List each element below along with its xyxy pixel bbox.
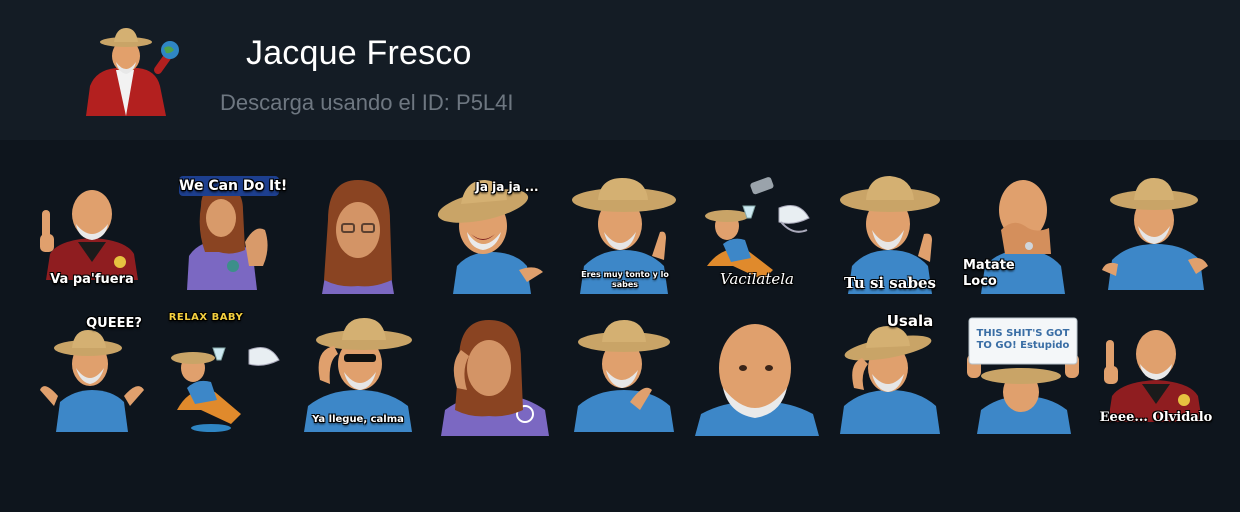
sticker-queee[interactable]: QUEEE? bbox=[28, 310, 156, 438]
sticker-relax-baby[interactable]: RELAX BABY bbox=[161, 310, 289, 438]
sticker-caption: Matate Loco bbox=[963, 258, 1015, 289]
sticker-got-to-go-sign[interactable]: THIS SHIT'S GOT TO GO! Estupido bbox=[959, 310, 1087, 438]
sticker-caption: Va pa'fuera bbox=[50, 272, 134, 287]
sticker-vacilatela[interactable]: Vacilatela bbox=[693, 170, 821, 298]
sticker-eeee-olvidalo[interactable]: Eeee... Olvidalo bbox=[1092, 310, 1220, 438]
sticker-caption: Ja ja ja ... bbox=[475, 180, 539, 194]
sticker-caption: RELAX BABY bbox=[168, 312, 244, 323]
sticker-grid: Va pa'fuera We Can Do It! Ja ja ja ... E… bbox=[28, 170, 1218, 440]
pack-header: Jacque Fresco Descarga usando el ID: P5L… bbox=[0, 0, 1240, 140]
sticker-bald-closeup[interactable] bbox=[693, 310, 821, 438]
sticker-tu-si-sabes[interactable]: Tu si sabes bbox=[826, 170, 954, 298]
sticker-matate-loco[interactable]: Matate Loco bbox=[959, 170, 1087, 298]
sticker-caption: QUEEE? bbox=[86, 316, 142, 331]
sticker-ja-ja-ja[interactable]: Ja ja ja ... bbox=[427, 170, 555, 298]
sticker-caption: Vacilatela bbox=[720, 270, 794, 288]
sticker-caption: Ya llegue, calma bbox=[312, 414, 404, 425]
sticker-usala[interactable]: Usala bbox=[826, 310, 954, 438]
sticker-caption: Eeee... Olvidalo bbox=[1099, 410, 1213, 425]
sticker-woman-thinking[interactable] bbox=[427, 310, 555, 438]
sticker-caption: THIS SHIT'S GOT TO GO! Estupido bbox=[976, 328, 1070, 351]
pack-avatar[interactable] bbox=[76, 26, 186, 116]
sticker-woman-portrait[interactable] bbox=[294, 170, 422, 298]
download-id-text: Descarga usando el ID: P5L4I bbox=[220, 90, 514, 115]
sticker-va-pafuera[interactable]: Va pa'fuera bbox=[28, 170, 156, 298]
sticker-hat-man-chin[interactable] bbox=[560, 310, 688, 438]
sticker-caption: Tu si sabes bbox=[844, 274, 936, 292]
sticker-eres-muy-tonto[interactable]: Eres muy tonto y lo sabes bbox=[560, 170, 688, 298]
pack-title: Jacque Fresco bbox=[246, 34, 472, 72]
sticker-caption: Eres muy tonto y lo sabes bbox=[581, 270, 669, 289]
sticker-hat-man-gesture[interactable] bbox=[1092, 170, 1220, 298]
sticker-caption: We Can Do It! bbox=[179, 176, 288, 196]
sticker-caption: Usala bbox=[886, 312, 934, 330]
sticker-we-can-do-it[interactable]: We Can Do It! bbox=[161, 170, 289, 298]
sticker-ya-llegue-calma[interactable]: Ya llegue, calma bbox=[294, 310, 422, 438]
